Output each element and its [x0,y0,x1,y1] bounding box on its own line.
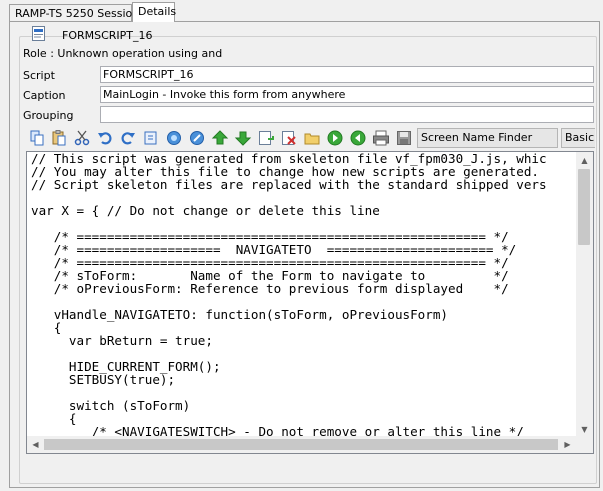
scroll-right-arrow-icon[interactable]: ▶ [559,436,576,453]
save-icon[interactable] [395,129,413,147]
cut-icon[interactable] [73,129,91,147]
form-name: FORMSCRIPT_16 [62,29,153,42]
move-down-icon[interactable] [234,129,252,147]
code-line[interactable]: var X = { // Do not change or delete thi… [31,204,576,217]
find-next-icon[interactable] [188,129,206,147]
grouping-label: Grouping [23,109,74,122]
go-forward-icon[interactable] [326,129,344,147]
code-line[interactable]: SETBUSY(true); [31,373,576,386]
vertical-scroll-thumb[interactable] [578,169,590,245]
horizontal-scrollbar[interactable]: ◀ ▶ [27,436,576,453]
caption-field[interactable]: MainLogin - Invoke this form from anywhe… [100,86,594,103]
screen-name-finder-button[interactable]: Screen Name Finder [417,128,558,148]
script-label: Script [23,69,55,82]
scroll-up-arrow-icon[interactable]: ▲ [576,152,593,169]
role-text: Role : Unknown operation using and [23,47,223,60]
redo-icon[interactable] [119,129,137,147]
caption-label: Caption [23,89,66,102]
horizontal-scroll-thumb[interactable] [44,439,558,450]
scroll-left-arrow-icon[interactable]: ◀ [27,436,44,453]
code-line[interactable]: vHandle_NAVIGATETO: function(sToForm, oP… [31,308,576,321]
move-up-icon[interactable] [211,129,229,147]
code-line[interactable]: /* oPreviousForm: Reference to previous … [31,282,576,295]
tab-details[interactable]: Details [132,2,176,22]
folder-icon[interactable] [303,129,321,147]
copy-icon[interactable] [28,129,46,147]
undo-icon[interactable] [96,129,114,147]
scrollbar-corner [576,436,593,453]
code-text[interactable]: // This script was generated from skelet… [31,152,576,439]
grouping-field[interactable] [100,106,594,123]
code-line[interactable]: var bReturn = true; [31,334,576,347]
form-script-icon [31,26,46,41]
code-line[interactable]: // Script skeleton files are replaced wi… [31,178,576,191]
go-back-icon[interactable] [349,129,367,147]
basic-button[interactable]: Basic I [561,128,595,148]
script-editor[interactable]: // This script was generated from skelet… [26,151,594,454]
tab-ramp-session[interactable]: RAMP-TS 5250 Session [9,4,139,21]
vertical-scrollbar[interactable]: ▲ ▼ [576,152,593,438]
code-line[interactable]: switch (sToForm) [31,399,576,412]
print-icon[interactable] [372,129,390,147]
tab-bar: RAMP-TS 5250 Session Details [0,0,603,22]
delete-icon[interactable] [280,129,298,147]
replace-icon[interactable] [142,129,160,147]
insert-icon[interactable] [257,129,275,147]
paste-icon[interactable] [50,129,68,147]
script-field[interactable]: FORMSCRIPT_16 [100,66,594,83]
find-icon[interactable] [165,129,183,147]
